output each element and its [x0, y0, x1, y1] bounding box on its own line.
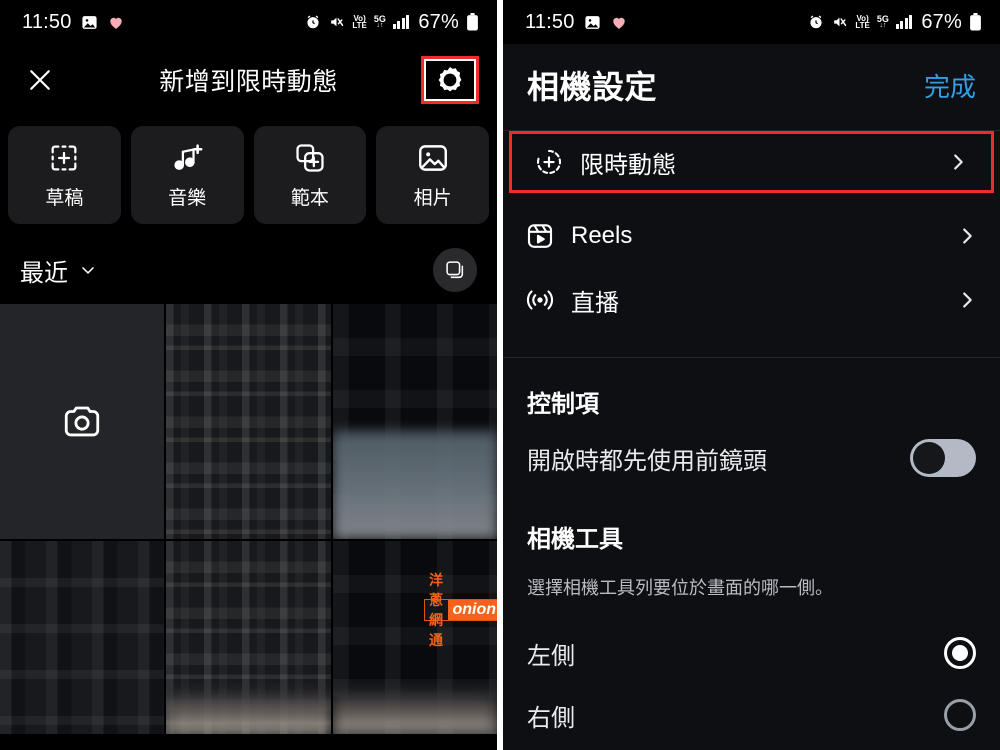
music-note-plus-icon [170, 141, 204, 175]
alarm-icon [305, 14, 321, 30]
card-template[interactable]: 範本 [253, 126, 367, 224]
chevron-right-icon [956, 289, 978, 311]
battery-icon [969, 13, 982, 31]
watermark: 洋蔥網通 onion [424, 572, 497, 648]
card-draft[interactable]: 草稿 [8, 126, 121, 224]
draft-plus-icon [47, 141, 81, 175]
left-phone-screen: 11:50 Vo) LTE 5G ↓↑ 67% 新增到限時動態 草稿 音樂 範本… [0, 0, 497, 750]
settings-title: 相機設定 [527, 69, 658, 105]
screenshot-root: 11:50 Vo) LTE 5G ↓↑ 67% 新增到限時動態 草稿 音樂 範本… [0, 0, 1000, 750]
radio-label: 右側 [527, 704, 575, 732]
watermark-cn: 洋蔥網通 [425, 572, 448, 648]
chevron-down-icon [78, 260, 98, 280]
gallery-tile[interactable] [166, 304, 331, 539]
controls-section-title: 控制項 [527, 391, 599, 418]
gallery-filter-button[interactable]: 最近 [20, 253, 98, 288]
close-icon[interactable] [20, 60, 60, 100]
live-icon [525, 285, 555, 315]
battery-percent: 67% [418, 10, 459, 33]
gallery-filter-label: 最近 [20, 259, 68, 287]
heart-icon [610, 14, 628, 31]
card-label: 相片 [413, 187, 452, 209]
signal-icon [895, 15, 913, 29]
heart-icon [107, 14, 125, 31]
camera-settings-button[interactable] [421, 56, 479, 104]
front-camera-toggle-row[interactable]: 開啟時都先使用前鏡頭 [503, 419, 1000, 497]
status-bar-right-group: Vo) LTE 5G ↓↑ 67% [808, 11, 982, 34]
toggle-knob [913, 442, 945, 474]
watermark-en: onion [447, 600, 497, 620]
mute-icon [328, 14, 345, 30]
status-bar-right-group: Vo) LTE 5G ↓↑ 67% [305, 11, 479, 34]
camera-tools-description: 選擇相機工具列要位於畫面的哪一側。 [527, 578, 833, 598]
settings-row-story[interactable]: 限時動態 [509, 131, 994, 193]
front-camera-toggle-label: 開啟時都先使用前鏡頭 [527, 447, 767, 475]
camera-tools-section-title: 相機工具 [527, 526, 623, 553]
camera-tile[interactable] [0, 304, 165, 539]
composer-top-bar: 新增到限時動態 [0, 44, 497, 116]
radio-left-selected[interactable] [944, 637, 976, 669]
battery-percent: 67% [921, 10, 962, 33]
status-bar-right: 11:50 Vo) LTE 5G ↓↑ 67% [503, 0, 1000, 44]
gallery-grid [0, 304, 497, 734]
status-bar-left: 11:50 Vo) LTE 5G ↓↑ 67% [0, 0, 497, 44]
card-music[interactable]: 音樂 [130, 126, 244, 224]
gallery-tile[interactable] [332, 541, 497, 734]
radio-row-left[interactable]: 左側 [503, 622, 1000, 684]
settings-row-label: Reels [571, 222, 633, 249]
radio-label: 左側 [527, 642, 575, 670]
settings-row-label: 直播 [571, 289, 619, 317]
layers-icon [444, 259, 466, 281]
reels-icon [525, 221, 555, 251]
status-time: 11:50 [525, 10, 575, 33]
card-photo[interactable]: 相片 [376, 126, 489, 224]
signal-icon [392, 15, 410, 29]
volte-icon: Vo) LTE [352, 13, 367, 30]
settings-row-live[interactable]: 直播 [503, 269, 1000, 331]
gear-icon [435, 65, 465, 95]
gallery-tile[interactable] [166, 541, 331, 734]
template-plus-icon [293, 141, 327, 175]
front-camera-toggle[interactable] [910, 439, 976, 477]
radio-right[interactable] [944, 699, 976, 731]
right-phone-screen: 11:50 Vo) LTE 5G ↓↑ 67% 相機設定 完成 限時動態 Ree… [503, 0, 1000, 750]
settings-row-label: 限時動態 [580, 151, 676, 179]
status-time: 11:50 [22, 10, 72, 33]
mute-icon [831, 14, 848, 30]
volte-icon: Vo) LTE [855, 13, 870, 30]
done-button[interactable]: 完成 [924, 67, 976, 104]
status-bar-left-group: 11:50 [525, 11, 628, 34]
gallery-toolbar: 最近 [0, 236, 497, 304]
story-plus-icon [534, 147, 564, 177]
gallery-tile[interactable] [0, 541, 165, 734]
quick-action-cards: 草稿 音樂 範本 相片 [0, 116, 497, 236]
photo-icon [416, 141, 450, 175]
status-bar-left-group: 11:50 [22, 11, 125, 34]
5g-icon: 5G ↓↑ [876, 13, 889, 29]
card-label: 範本 [290, 187, 329, 209]
photo-icon [584, 14, 601, 31]
photo-icon [81, 14, 98, 31]
gallery-tile[interactable] [332, 304, 497, 539]
multiselect-button[interactable] [433, 248, 477, 292]
settings-header: 相機設定 完成 [503, 44, 1000, 130]
5g-icon: 5G ↓↑ [373, 13, 386, 29]
alarm-icon [808, 14, 824, 30]
chevron-right-icon [947, 151, 969, 173]
battery-icon [466, 13, 479, 31]
card-label: 音樂 [168, 187, 207, 209]
camera-settings-screen: 相機設定 完成 限時動態 Reels 直播 控制項 開啟時都先使用前鏡頭 相機工… [503, 44, 1000, 750]
settings-row-reels[interactable]: Reels [503, 205, 1000, 267]
chevron-right-icon [956, 225, 978, 247]
radio-row-right[interactable]: 右側 [503, 684, 1000, 746]
camera-icon [61, 401, 103, 443]
card-label: 草稿 [45, 187, 84, 209]
